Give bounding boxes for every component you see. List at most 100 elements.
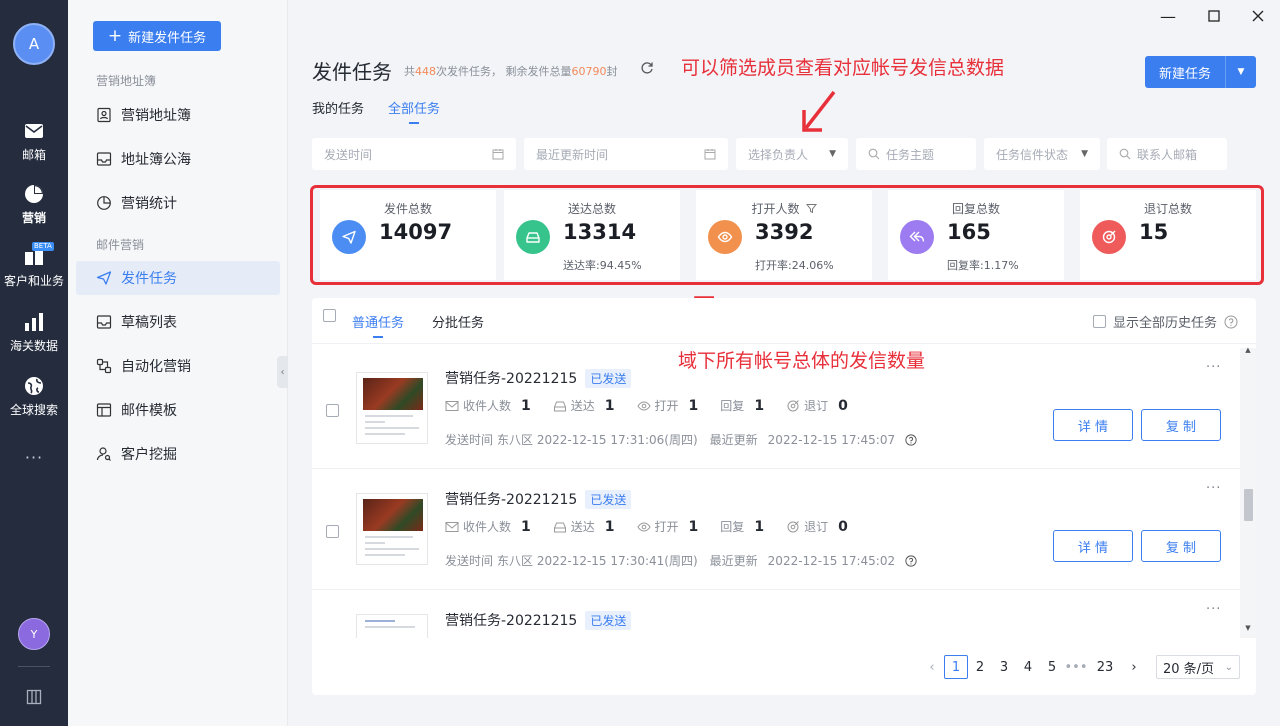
bottom-avatar[interactable]: Y [18,618,50,650]
row-more-icon[interactable]: ··· [1206,481,1221,496]
next-page-icon[interactable]: › [1122,655,1146,679]
send-icon [96,271,112,285]
task-row[interactable]: 营销任务-20221215 已发送 收件人数 1 送达 1 打开 1 回复 1 退订 0 发… [312,469,1240,590]
detail-button[interactable]: 详 情 [1053,530,1133,562]
page-title: 发件任务 [312,60,392,84]
send-time-value: 东八区 2022-12-15 17:30:41(周四) [497,554,698,568]
sidebar-item-customer-mining[interactable]: 客户挖掘 [76,437,280,471]
section-title-address-book: 营销地址簿 [96,74,157,88]
task-list: 营销任务-20221215 已发送 收件人数 1 送达 1 打开 1 回复 1 退订 0 发… [312,348,1240,638]
new-task-dropdown-icon[interactable]: ▼ [1225,56,1256,88]
help-icon[interactable] [1224,315,1238,329]
automation-icon [96,358,112,374]
contact-email-placeholder: 联系人邮箱 [1137,147,1198,162]
bar-chart-icon [25,313,43,331]
unsubscribe-icon [787,399,799,411]
search-icon [1119,148,1131,160]
subject-search[interactable]: 任务主题 [856,138,976,170]
new-task-button[interactable]: 新建任务 [1145,56,1225,88]
update-time-filter[interactable]: 最近更新时间 [524,138,728,170]
row-more-icon[interactable]: ··· [1206,602,1221,617]
user-search-icon [96,447,111,461]
show-history-label: 显示全部历史任务 [1112,316,1217,331]
new-task-split-button: 新建任务 ▼ [1145,56,1256,88]
status-placeholder: 任务信件状态 [996,147,1069,162]
page-1[interactable]: 1 [944,655,968,679]
page-size-select[interactable]: 20 条/页 ⌄ [1156,655,1240,679]
rail-label-customer-business: 客户和业务 [3,274,64,288]
copy-button[interactable]: 复 制 [1141,409,1221,441]
contact-email-search[interactable]: 联系人邮箱 [1107,138,1227,170]
send-time-filter[interactable]: 发送时间 [312,138,516,170]
list-scrollbar[interactable]: ▲ ▼ [1240,346,1256,638]
collapse-sidebar-handle[interactable]: ‹ [277,356,288,388]
section-title-email-marketing: 邮件营销 [96,238,145,252]
task-row[interactable]: 营销任务-20221215 已发送 ··· [312,590,1240,638]
close-icon[interactable] [1248,6,1268,26]
sidebar-item-marketing-address-book[interactable]: 营销地址簿 [76,98,280,132]
show-history-toggle[interactable]: 显示全部历史任务 [1092,312,1238,331]
user-avatar[interactable]: A [13,23,55,65]
calendar-icon [492,149,504,160]
select-all-checkbox[interactable] [323,309,336,322]
rail-item-global-search[interactable]: 全球搜索 [0,375,68,418]
new-send-task-button[interactable]: + 新建发件任务 [93,21,221,51]
email-thumbnail [356,614,428,638]
detail-button[interactable]: 详 情 [1053,409,1133,441]
stats-highlight-box [310,185,1264,285]
task-title[interactable]: 营销任务-20221215 已发送 [445,368,632,388]
sidebar-item-drafts[interactable]: 草稿列表 [76,305,280,339]
show-history-checkbox[interactable] [1092,315,1106,328]
status-select[interactable]: 任务信件状态 ▼ [984,138,1100,170]
page-23[interactable]: 23 [1088,655,1122,679]
scroll-up-icon[interactable]: ▲ [1244,346,1252,354]
task-summary: 共448次发件任务， 剩余发件总量60790封 [404,65,618,78]
rail-item-customs-data[interactable]: 海关数据 [0,311,68,354]
tab-batch-tasks[interactable]: 分批任务 [432,312,484,331]
rail-label-marketing: 营销 [21,211,46,225]
page-5[interactable]: 5 [1040,655,1064,679]
task-title[interactable]: 营销任务-20221215 已发送 [445,610,632,630]
tab-all-tasks[interactable]: 全部任务 [388,98,440,124]
scroll-down-icon[interactable]: ▼ [1244,624,1252,632]
rail-divider [18,666,50,667]
scroll-thumb[interactable] [1244,489,1253,521]
minimize-icon[interactable]: — [1158,6,1178,26]
refresh-icon[interactable] [640,61,654,75]
eye-icon [636,521,651,532]
sidebar-toggle-icon[interactable] [26,689,42,705]
maximize-icon[interactable] [1204,6,1224,26]
row-checkbox[interactable] [326,525,339,538]
rail-item-customer-business[interactable]: BETA 客户和业务 [0,242,68,289]
sidebar-item-automation[interactable]: 自动化营销 [76,349,280,383]
copy-button[interactable]: 复 制 [1141,530,1221,562]
page-4[interactable]: 4 [1016,655,1040,679]
app-rail: A 邮箱 营销 BETA 客户和业务 海关数据 全球搜索 ··· Y [0,0,68,726]
page-2[interactable]: 2 [968,655,992,679]
row-more-icon[interactable]: ··· [1206,360,1221,375]
sidebar-label: 营销统计 [121,196,177,212]
page-ellipsis[interactable]: ••• [1064,655,1088,679]
annotation-filter-member: 可以筛选成员查看对应帐号发信总数据 [681,57,1005,79]
task-title[interactable]: 营销任务-20221215 已发送 [445,489,632,509]
owner-select[interactable]: 选择负责人 ▼ [736,138,848,170]
sidebar-item-address-book-pool[interactable]: 地址簿公海 [76,142,280,176]
sidebar-item-send-tasks[interactable]: 发件任务 [76,261,280,295]
rail-more-icon[interactable]: ··· [0,448,68,467]
row-checkbox[interactable] [326,404,339,417]
rail-item-marketing[interactable]: 营销 [0,183,68,226]
rail-item-mail[interactable]: 邮箱 [0,120,68,163]
tab-my-tasks[interactable]: 我的任务 [312,98,364,123]
caret-down-icon: ▼ [829,149,836,159]
help-icon[interactable] [905,433,917,446]
sidebar-item-templates[interactable]: 邮件模板 [76,393,280,427]
help-icon[interactable] [905,554,917,567]
prev-page-icon[interactable]: ‹ [920,655,944,679]
sidebar-item-marketing-stats[interactable]: 营销统计 [76,186,280,220]
status-badge: 已发送 [585,490,632,509]
calendar-icon [704,149,716,160]
page-size-value: 20 条/页 [1163,661,1215,677]
tab-normal-tasks[interactable]: 普通任务 [352,312,404,338]
page-3[interactable]: 3 [992,655,1016,679]
pie-icon [97,196,111,210]
